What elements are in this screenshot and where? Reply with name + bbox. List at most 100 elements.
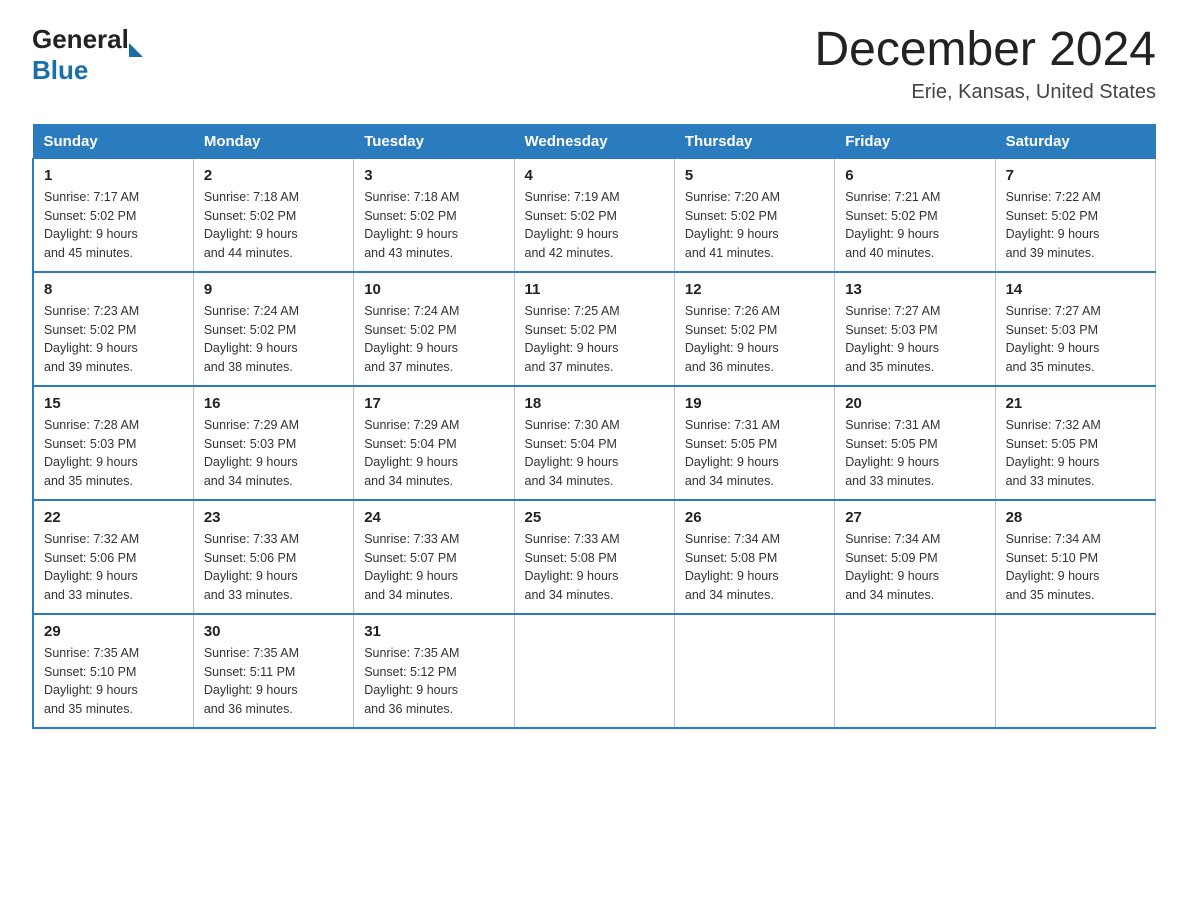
day-info: Sunrise: 7:31 AM Sunset: 5:05 PM Dayligh…	[845, 416, 984, 491]
calendar-row: 1 Sunrise: 7:17 AM Sunset: 5:02 PM Dayli…	[33, 158, 1156, 272]
day-info: Sunrise: 7:18 AM Sunset: 5:02 PM Dayligh…	[364, 188, 503, 263]
logo-general-text: General	[32, 24, 129, 55]
header-cell-friday: Friday	[835, 124, 995, 158]
calendar-cell	[995, 614, 1155, 728]
day-number: 25	[525, 509, 664, 526]
title-block: December 2024 Erie, Kansas, United State…	[814, 24, 1156, 104]
calendar-cell: 4 Sunrise: 7:19 AM Sunset: 5:02 PM Dayli…	[514, 158, 674, 272]
location-title: Erie, Kansas, United States	[814, 81, 1156, 104]
day-number: 27	[845, 509, 984, 526]
day-info: Sunrise: 7:20 AM Sunset: 5:02 PM Dayligh…	[685, 188, 824, 263]
day-number: 5	[685, 167, 824, 184]
calendar-cell: 11 Sunrise: 7:25 AM Sunset: 5:02 PM Dayl…	[514, 272, 674, 386]
calendar-cell	[514, 614, 674, 728]
header-cell-saturday: Saturday	[995, 124, 1155, 158]
day-info: Sunrise: 7:33 AM Sunset: 5:07 PM Dayligh…	[364, 530, 503, 605]
day-number: 23	[204, 509, 343, 526]
day-info: Sunrise: 7:24 AM Sunset: 5:02 PM Dayligh…	[364, 302, 503, 377]
day-info: Sunrise: 7:34 AM Sunset: 5:08 PM Dayligh…	[685, 530, 824, 605]
day-info: Sunrise: 7:33 AM Sunset: 5:08 PM Dayligh…	[525, 530, 664, 605]
day-info: Sunrise: 7:18 AM Sunset: 5:02 PM Dayligh…	[204, 188, 343, 263]
day-number: 24	[364, 509, 503, 526]
day-info: Sunrise: 7:24 AM Sunset: 5:02 PM Dayligh…	[204, 302, 343, 377]
day-info: Sunrise: 7:29 AM Sunset: 5:04 PM Dayligh…	[364, 416, 503, 491]
day-number: 6	[845, 167, 984, 184]
day-number: 30	[204, 623, 343, 640]
day-number: 11	[525, 281, 664, 298]
day-info: Sunrise: 7:35 AM Sunset: 5:11 PM Dayligh…	[204, 644, 343, 719]
calendar-table: SundayMondayTuesdayWednesdayThursdayFrid…	[32, 124, 1156, 729]
calendar-cell: 25 Sunrise: 7:33 AM Sunset: 5:08 PM Dayl…	[514, 500, 674, 614]
day-number: 20	[845, 395, 984, 412]
day-number: 10	[364, 281, 503, 298]
day-number: 9	[204, 281, 343, 298]
calendar-cell: 20 Sunrise: 7:31 AM Sunset: 5:05 PM Dayl…	[835, 386, 995, 500]
calendar-cell: 31 Sunrise: 7:35 AM Sunset: 5:12 PM Dayl…	[354, 614, 514, 728]
day-number: 19	[685, 395, 824, 412]
day-info: Sunrise: 7:19 AM Sunset: 5:02 PM Dayligh…	[525, 188, 664, 263]
calendar-cell: 28 Sunrise: 7:34 AM Sunset: 5:10 PM Dayl…	[995, 500, 1155, 614]
day-number: 8	[44, 281, 183, 298]
logo: General Blue	[32, 24, 143, 86]
calendar-cell	[674, 614, 834, 728]
day-number: 2	[204, 167, 343, 184]
day-info: Sunrise: 7:30 AM Sunset: 5:04 PM Dayligh…	[525, 416, 664, 491]
page-header: General Blue December 2024 Erie, Kansas,…	[32, 24, 1156, 104]
calendar-row: 8 Sunrise: 7:23 AM Sunset: 5:02 PM Dayli…	[33, 272, 1156, 386]
calendar-cell: 22 Sunrise: 7:32 AM Sunset: 5:06 PM Dayl…	[33, 500, 193, 614]
day-info: Sunrise: 7:32 AM Sunset: 5:05 PM Dayligh…	[1006, 416, 1145, 491]
day-info: Sunrise: 7:28 AM Sunset: 5:03 PM Dayligh…	[44, 416, 183, 491]
day-info: Sunrise: 7:17 AM Sunset: 5:02 PM Dayligh…	[44, 188, 183, 263]
day-number: 17	[364, 395, 503, 412]
calendar-cell: 13 Sunrise: 7:27 AM Sunset: 5:03 PM Dayl…	[835, 272, 995, 386]
day-number: 26	[685, 509, 824, 526]
day-info: Sunrise: 7:32 AM Sunset: 5:06 PM Dayligh…	[44, 530, 183, 605]
calendar-cell: 27 Sunrise: 7:34 AM Sunset: 5:09 PM Dayl…	[835, 500, 995, 614]
day-info: Sunrise: 7:29 AM Sunset: 5:03 PM Dayligh…	[204, 416, 343, 491]
day-number: 22	[44, 509, 183, 526]
day-number: 16	[204, 395, 343, 412]
day-info: Sunrise: 7:26 AM Sunset: 5:02 PM Dayligh…	[685, 302, 824, 377]
calendar-cell: 29 Sunrise: 7:35 AM Sunset: 5:10 PM Dayl…	[33, 614, 193, 728]
header-cell-tuesday: Tuesday	[354, 124, 514, 158]
calendar-cell: 1 Sunrise: 7:17 AM Sunset: 5:02 PM Dayli…	[33, 158, 193, 272]
calendar-cell: 23 Sunrise: 7:33 AM Sunset: 5:06 PM Dayl…	[193, 500, 353, 614]
calendar-cell: 2 Sunrise: 7:18 AM Sunset: 5:02 PM Dayli…	[193, 158, 353, 272]
day-number: 31	[364, 623, 503, 640]
calendar-cell: 26 Sunrise: 7:34 AM Sunset: 5:08 PM Dayl…	[674, 500, 834, 614]
calendar-cell: 24 Sunrise: 7:33 AM Sunset: 5:07 PM Dayl…	[354, 500, 514, 614]
calendar-cell: 30 Sunrise: 7:35 AM Sunset: 5:11 PM Dayl…	[193, 614, 353, 728]
calendar-cell: 14 Sunrise: 7:27 AM Sunset: 5:03 PM Dayl…	[995, 272, 1155, 386]
day-number: 18	[525, 395, 664, 412]
day-number: 4	[525, 167, 664, 184]
day-info: Sunrise: 7:33 AM Sunset: 5:06 PM Dayligh…	[204, 530, 343, 605]
calendar-cell: 8 Sunrise: 7:23 AM Sunset: 5:02 PM Dayli…	[33, 272, 193, 386]
calendar-cell: 5 Sunrise: 7:20 AM Sunset: 5:02 PM Dayli…	[674, 158, 834, 272]
calendar-cell: 17 Sunrise: 7:29 AM Sunset: 5:04 PM Dayl…	[354, 386, 514, 500]
day-info: Sunrise: 7:27 AM Sunset: 5:03 PM Dayligh…	[1006, 302, 1145, 377]
logo-blue-text: Blue	[32, 55, 88, 85]
calendar-cell: 16 Sunrise: 7:29 AM Sunset: 5:03 PM Dayl…	[193, 386, 353, 500]
day-info: Sunrise: 7:34 AM Sunset: 5:09 PM Dayligh…	[845, 530, 984, 605]
day-number: 14	[1006, 281, 1145, 298]
calendar-cell: 7 Sunrise: 7:22 AM Sunset: 5:02 PM Dayli…	[995, 158, 1155, 272]
calendar-row: 22 Sunrise: 7:32 AM Sunset: 5:06 PM Dayl…	[33, 500, 1156, 614]
header-cell-thursday: Thursday	[674, 124, 834, 158]
header-cell-wednesday: Wednesday	[514, 124, 674, 158]
day-info: Sunrise: 7:21 AM Sunset: 5:02 PM Dayligh…	[845, 188, 984, 263]
day-number: 3	[364, 167, 503, 184]
calendar-cell: 15 Sunrise: 7:28 AM Sunset: 5:03 PM Dayl…	[33, 386, 193, 500]
day-number: 13	[845, 281, 984, 298]
header-row: SundayMondayTuesdayWednesdayThursdayFrid…	[33, 124, 1156, 158]
calendar-row: 29 Sunrise: 7:35 AM Sunset: 5:10 PM Dayl…	[33, 614, 1156, 728]
day-info: Sunrise: 7:35 AM Sunset: 5:10 PM Dayligh…	[44, 644, 183, 719]
calendar-body: 1 Sunrise: 7:17 AM Sunset: 5:02 PM Dayli…	[33, 158, 1156, 728]
day-info: Sunrise: 7:23 AM Sunset: 5:02 PM Dayligh…	[44, 302, 183, 377]
calendar-cell: 21 Sunrise: 7:32 AM Sunset: 5:05 PM Dayl…	[995, 386, 1155, 500]
day-number: 29	[44, 623, 183, 640]
calendar-cell: 10 Sunrise: 7:24 AM Sunset: 5:02 PM Dayl…	[354, 272, 514, 386]
day-number: 15	[44, 395, 183, 412]
day-info: Sunrise: 7:34 AM Sunset: 5:10 PM Dayligh…	[1006, 530, 1145, 605]
day-info: Sunrise: 7:25 AM Sunset: 5:02 PM Dayligh…	[525, 302, 664, 377]
calendar-header: SundayMondayTuesdayWednesdayThursdayFrid…	[33, 124, 1156, 158]
